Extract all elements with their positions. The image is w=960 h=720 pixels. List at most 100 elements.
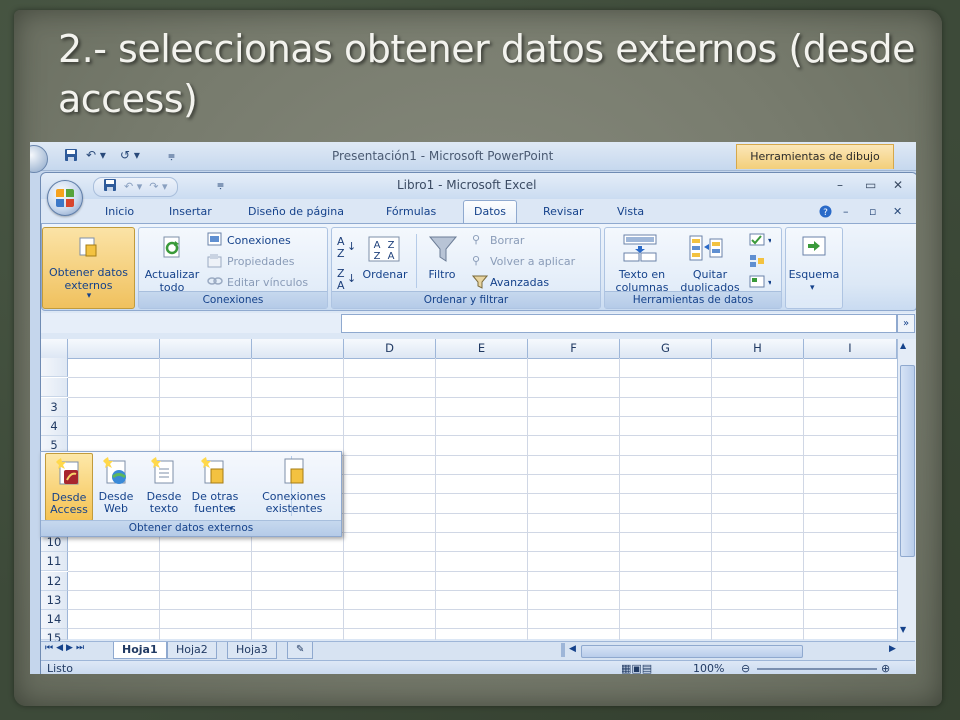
undo-icon[interactable]: ↶ ▾ — [86, 148, 106, 162]
sort-arrow-icon: ↓ — [347, 240, 357, 253]
redo-icon[interactable]: ↷ ▾ — [146, 180, 167, 193]
expand-formula-bar-icon[interactable]: » — [897, 314, 915, 333]
ribbon-close-icon[interactable]: ✕ — [893, 205, 902, 218]
customize-qat-icon[interactable]: ⩦ — [217, 177, 224, 192]
esquema-label: Esquema — [788, 268, 840, 281]
ribbon-minimize-icon[interactable]: – — [843, 205, 849, 218]
view-buttons-icon[interactable]: ▦▣▤ — [621, 661, 652, 674]
desde-texto-button[interactable]: Desde texto — [141, 453, 187, 519]
vertical-scrollbar[interactable]: ▲ ▼ — [897, 339, 916, 641]
volver-aplicar-button[interactable]: Volver a aplicar — [490, 255, 575, 268]
scroll-left-icon[interactable]: ◀ — [569, 644, 576, 654]
drawing-tools-tab[interactable]: Herramientas de dibujo — [736, 144, 894, 169]
zoom-in-icon[interactable]: ⊕ — [881, 661, 890, 674]
sheet-tab-hoja1[interactable]: Hoja1 — [113, 642, 167, 659]
avanzadas-button[interactable]: Avanzadas — [490, 276, 549, 289]
desde-web-button[interactable]: Desde Web — [93, 453, 139, 519]
sheet-tab-bar: ⏮◀▶⏭ Hoja1 Hoja2 Hoja3 ✎ ◀ ▶ — [41, 641, 915, 660]
ribbon-restore-icon[interactable]: ▫ — [869, 205, 876, 218]
filtro-button[interactable]: Filtro — [420, 268, 464, 281]
scroll-down-icon[interactable]: ▼ — [900, 625, 906, 634]
row-header[interactable]: 15 — [41, 629, 68, 645]
sheet-tab-hoja3[interactable]: Hoja3 — [227, 642, 277, 659]
conexiones-existentes-button[interactable]: Conexiones existentes — [253, 453, 335, 519]
column-header-d[interactable]: D — [344, 339, 436, 359]
editar-vinculos-button[interactable]: Editar vínculos — [227, 276, 308, 289]
formula-input[interactable] — [341, 314, 897, 333]
desde-access-button[interactable]: Desde Access — [45, 453, 93, 521]
desde-access-label: Desde Access — [50, 491, 88, 516]
column-header-g[interactable]: G — [620, 339, 712, 359]
advanced-filter-icon — [472, 275, 488, 289]
save-icon[interactable] — [64, 148, 78, 165]
office-button-icon[interactable] — [30, 145, 48, 173]
zoom-level[interactable]: 100% — [693, 661, 724, 674]
sort-az-icon[interactable]: AZ — [337, 236, 345, 260]
outline-icon — [802, 236, 826, 256]
help-icon[interactable]: ? — [819, 205, 832, 221]
customize-qat-icon[interactable]: ⩦ — [168, 148, 175, 163]
what-if-icon[interactable]: ▾ — [749, 275, 771, 289]
insert-sheet-icon[interactable]: ✎ — [287, 642, 314, 659]
column-header-h[interactable]: H — [712, 339, 804, 359]
tab-datos[interactable]: Datos — [463, 200, 517, 223]
horizontal-scroll-thumb[interactable] — [581, 645, 803, 658]
tab-diseno-pagina[interactable]: Diseño de página — [248, 205, 344, 218]
conexiones-button[interactable]: Conexiones — [227, 234, 291, 247]
row-header[interactable]: 13 — [41, 591, 68, 610]
vertical-scroll-thumb[interactable] — [900, 365, 915, 557]
sheet-nav-icons[interactable]: ⏮◀▶⏭ — [45, 643, 87, 653]
scroll-right-icon[interactable]: ▶ — [889, 644, 896, 654]
column-header-b[interactable] — [160, 339, 252, 359]
row-header[interactable]: 14 — [41, 610, 68, 629]
maximize-icon[interactable]: ▭ — [865, 178, 876, 192]
excel-window-title: Libro1 - Microsoft Excel — [397, 178, 537, 192]
obtener-datos-externos-button[interactable]: Obtener datos externos ▾ — [42, 227, 135, 309]
tab-inicio[interactable]: Inicio — [105, 205, 134, 218]
undo-icon[interactable]: ↶ ▾ — [121, 180, 142, 193]
tab-formulas[interactable]: Fórmulas — [386, 205, 436, 218]
column-header-f[interactable]: F — [528, 339, 620, 359]
gridline — [619, 358, 620, 640]
redo-icon[interactable]: ↺ ▾ — [120, 148, 140, 162]
web-file-icon — [103, 457, 126, 484]
scroll-up-icon[interactable]: ▲ — [900, 341, 906, 350]
zoom-slider[interactable] — [757, 668, 877, 670]
properties-icon — [207, 254, 222, 268]
close-icon[interactable]: ✕ — [893, 178, 903, 192]
sheet-tab-hoja2[interactable]: Hoja2 — [167, 642, 217, 659]
save-icon[interactable] — [104, 179, 117, 192]
svg-text:A: A — [374, 240, 381, 251]
column-header-i[interactable]: I — [804, 339, 897, 359]
consolidate-icon[interactable] — [749, 254, 765, 268]
esquema-button[interactable]: Esquema ▾ — [785, 227, 843, 309]
ordenar-button[interactable]: Ordenar — [360, 268, 410, 281]
row-header[interactable]: 11 — [41, 552, 68, 571]
row-header[interactable]: 3 — [41, 398, 68, 417]
svg-text:▾: ▾ — [768, 278, 771, 287]
tab-split-handle[interactable] — [561, 643, 565, 657]
office-button-icon[interactable] — [47, 180, 83, 216]
column-header-a[interactable] — [68, 339, 160, 359]
select-all-corner[interactable] — [41, 339, 68, 359]
data-validation-icon[interactable]: ▾ — [749, 233, 771, 247]
de-otras-fuentes-button[interactable]: De otras fuentes ▾ — [189, 453, 241, 519]
gridline — [435, 358, 436, 640]
tab-vista[interactable]: Vista — [617, 205, 644, 218]
row-header[interactable]: 4 — [41, 417, 68, 436]
column-header-c[interactable] — [252, 339, 344, 359]
row-header-1[interactable] — [41, 358, 68, 377]
zoom-out-icon[interactable]: ⊖ — [741, 661, 750, 674]
conexiones-existentes-label: Conexiones existentes — [262, 490, 326, 515]
tab-insertar[interactable]: Insertar — [169, 205, 212, 218]
sort-za-icon[interactable]: ZA — [337, 268, 345, 292]
row-header-2[interactable] — [41, 378, 68, 397]
minimize-icon[interactable]: – — [837, 178, 843, 192]
screenshot: ↶ ▾ ↺ ▾ ⩦ Presentación1 - Microsoft Powe… — [30, 142, 916, 674]
propiedades-button[interactable]: Propiedades — [227, 255, 294, 268]
row-header[interactable]: 12 — [41, 572, 68, 591]
tab-revisar[interactable]: Revisar — [543, 205, 583, 218]
borrar-button[interactable]: Borrar — [490, 234, 524, 247]
column-header-e[interactable]: E — [436, 339, 528, 359]
chevron-down-icon: ▾ — [229, 504, 234, 513]
